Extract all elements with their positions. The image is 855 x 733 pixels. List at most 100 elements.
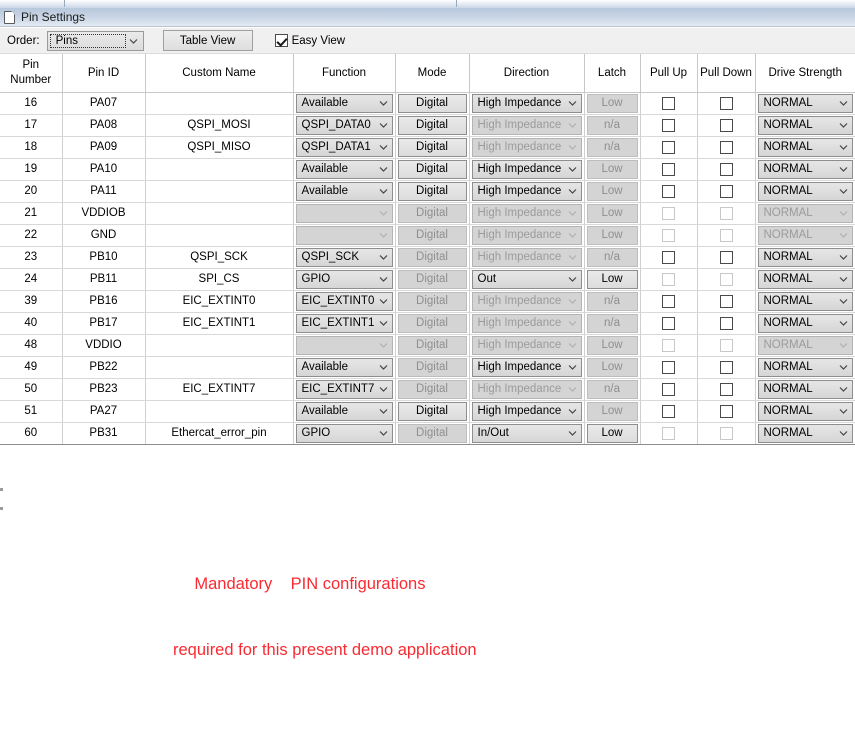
cell-drive-strength[interactable]: NORMAL (755, 400, 855, 423)
cell-latch[interactable]: n/a (584, 312, 641, 335)
cell-function[interactable]: Available (293, 180, 396, 203)
function-dropdown[interactable]: QSPI_DATA0 (295, 115, 393, 135)
cell-drive-strength[interactable]: NORMAL (755, 180, 855, 203)
function-dropdown[interactable]: Available (295, 159, 393, 179)
pull-down-checkbox-wrap[interactable] (700, 118, 753, 132)
function-dropdown[interactable]: GPIO (295, 269, 393, 289)
cell-drive-strength[interactable]: NORMAL (755, 356, 855, 379)
pull-up-checkbox[interactable] (662, 250, 675, 264)
cell-pull-up[interactable] (640, 400, 698, 423)
pull-up-checkbox[interactable] (662, 382, 675, 396)
cell-direction[interactable]: High Impedance (469, 180, 585, 203)
cell-pull-up[interactable] (640, 92, 698, 115)
cell-direction[interactable]: High Impedance (469, 356, 585, 379)
cell-latch[interactable]: n/a (584, 290, 641, 313)
pull-up-checkbox-wrap[interactable] (643, 404, 695, 418)
cell-mode[interactable]: Digital (395, 422, 470, 445)
cell-pull-up[interactable] (640, 290, 698, 313)
cell-mode[interactable]: Digital (395, 290, 470, 313)
pull-up-checkbox-wrap[interactable] (643, 382, 695, 396)
function-dropdown[interactable]: EIC_EXTINT0 (295, 291, 393, 311)
pull-up-checkbox[interactable] (662, 360, 675, 374)
cell-function[interactable]: GPIO (293, 268, 396, 291)
function-dropdown[interactable]: Available (295, 357, 393, 377)
cell-custom-name[interactable]: Ethercat_error_pin (145, 422, 294, 445)
pull-down-checkbox[interactable] (719, 316, 733, 330)
table-row[interactable]: 22 GND Digital High Impedance Low NORMAL (0, 224, 855, 247)
pull-up-checkbox-wrap[interactable] (643, 250, 695, 264)
cell-direction[interactable]: High Impedance (469, 202, 585, 225)
table-row[interactable]: 40 PB17 EIC_EXTINT1 EIC_EXTINT1 Digital High … (0, 312, 855, 335)
cell-mode[interactable]: Digital (395, 224, 470, 247)
cell-direction[interactable]: High Impedance (469, 312, 585, 335)
cell-pull-up[interactable] (640, 202, 698, 225)
cell-pull-up[interactable] (640, 356, 698, 379)
table-row[interactable]: 60 PB31 Ethercat_error_pin GPIO Digital In/Ou… (0, 422, 855, 445)
function-dropdown[interactable]: Available (295, 401, 393, 421)
drive-strength-dropdown[interactable]: NORMAL (757, 247, 853, 267)
table-row[interactable]: 49 PB22 Available Digital High Impedance Low N… (0, 356, 855, 379)
cell-pull-down[interactable] (697, 378, 756, 401)
pull-down-checkbox-wrap[interactable] (700, 360, 753, 374)
direction-dropdown[interactable]: High Impedance (471, 159, 582, 179)
cell-drive-strength[interactable]: NORMAL (755, 268, 855, 291)
function-dropdown[interactable]: QSPI_SCK (295, 247, 393, 267)
cell-custom-name[interactable]: EIC_EXTINT1 (145, 312, 294, 335)
pull-up-checkbox-wrap[interactable] (643, 140, 695, 154)
pull-down-checkbox-wrap[interactable] (700, 404, 753, 418)
mode-button[interactable]: Digital (397, 137, 467, 157)
cell-mode[interactable]: Digital (395, 400, 470, 423)
pull-down-checkbox[interactable] (719, 360, 733, 374)
function-dropdown[interactable]: Available (295, 181, 393, 201)
cell-custom-name[interactable]: EIC_EXTINT7 (145, 378, 294, 401)
function-dropdown[interactable]: GPIO (295, 423, 393, 443)
cell-direction[interactable]: High Impedance (469, 246, 585, 269)
cell-direction[interactable]: High Impedance (469, 334, 585, 357)
cell-latch[interactable]: Low (584, 400, 641, 423)
cell-latch[interactable]: Low (584, 356, 641, 379)
cell-drive-strength[interactable]: NORMAL (755, 334, 855, 357)
latch-button[interactable]: Low (586, 423, 638, 443)
cell-pull-down[interactable] (697, 180, 756, 203)
mode-button[interactable]: Digital (397, 93, 467, 113)
cell-pull-up[interactable] (640, 158, 698, 181)
pull-down-checkbox[interactable] (719, 140, 733, 154)
cell-custom-name[interactable] (145, 334, 294, 357)
cell-mode[interactable]: Digital (395, 312, 470, 335)
cell-function[interactable]: QSPI_DATA1 (293, 136, 396, 159)
cell-pull-down[interactable] (697, 268, 756, 291)
table-row[interactable]: 24 PB11 SPI_CS GPIO Digital Out Low NORMAL (0, 268, 855, 291)
cell-pull-down[interactable] (697, 334, 756, 357)
cell-custom-name[interactable]: QSPI_SCK (145, 246, 294, 269)
table-row[interactable]: 23 PB10 QSPI_SCK QSPI_SCK Digital High Impeda… (0, 246, 855, 269)
cell-pull-up[interactable] (640, 312, 698, 335)
cell-drive-strength[interactable]: NORMAL (755, 246, 855, 269)
cell-latch[interactable]: Low (584, 158, 641, 181)
cell-function[interactable]: Available (293, 400, 396, 423)
cell-drive-strength[interactable]: NORMAL (755, 92, 855, 115)
order-dropdown[interactable]: Pins (46, 30, 144, 51)
cell-direction[interactable]: High Impedance (469, 378, 585, 401)
cell-direction[interactable]: High Impedance (469, 136, 585, 159)
cell-mode[interactable]: Digital (395, 246, 470, 269)
cell-function[interactable] (293, 224, 396, 247)
cell-mode[interactable]: Digital (395, 114, 470, 137)
pull-up-checkbox-wrap[interactable] (643, 162, 695, 176)
cell-pull-up[interactable] (640, 114, 698, 137)
pull-down-checkbox-wrap[interactable] (700, 184, 753, 198)
cell-pull-down[interactable] (697, 246, 756, 269)
pull-up-checkbox-wrap[interactable] (643, 294, 695, 308)
direction-dropdown[interactable]: High Impedance (471, 401, 582, 421)
cell-latch[interactable]: Low (584, 268, 641, 291)
cell-function[interactable]: Available (293, 158, 396, 181)
pull-up-checkbox[interactable] (662, 184, 675, 198)
cell-latch[interactable]: Low (584, 334, 641, 357)
cell-mode[interactable]: Digital (395, 92, 470, 115)
cell-pull-down[interactable] (697, 356, 756, 379)
function-dropdown[interactable]: EIC_EXTINT7 (295, 379, 393, 399)
cell-pull-down[interactable] (697, 224, 756, 247)
pull-down-checkbox-wrap[interactable] (700, 250, 753, 264)
mode-button[interactable]: Digital (397, 159, 467, 179)
pull-down-checkbox[interactable] (719, 118, 733, 132)
mode-button[interactable]: Digital (397, 181, 467, 201)
